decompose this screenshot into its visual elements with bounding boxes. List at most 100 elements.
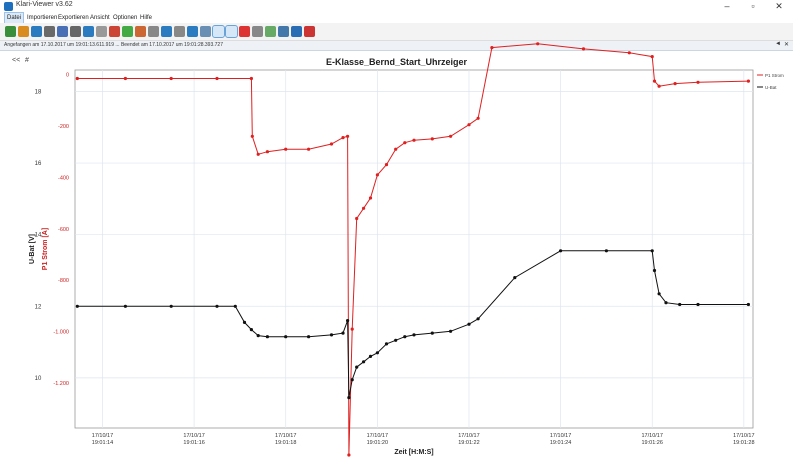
x-tick-date: 17/10/17 bbox=[367, 433, 388, 439]
data-point-p1-strom bbox=[490, 46, 494, 50]
x-tick-date: 17/10/17 bbox=[275, 433, 296, 439]
data-point-p1-strom bbox=[536, 42, 540, 46]
data-point-p1-strom bbox=[169, 76, 173, 81]
y-left-tick-label: 12 bbox=[35, 304, 42, 310]
data-point-u-bat bbox=[449, 329, 453, 333]
data-point-p1-strom bbox=[256, 152, 260, 156]
x-tick-time: 19:01:24 bbox=[550, 440, 571, 446]
data-point-p1-strom bbox=[329, 142, 334, 146]
data-point-u-bat bbox=[362, 360, 366, 364]
data-point-u-bat bbox=[256, 334, 260, 338]
data-point-p1-strom bbox=[403, 141, 407, 145]
y-left-tick-label: 18 bbox=[35, 89, 42, 95]
x-axis-label: Zeit [H:M:S] bbox=[394, 449, 433, 456]
data-point-p1-strom bbox=[412, 138, 416, 142]
x-tick-time: 19:01:16 bbox=[183, 440, 204, 446]
data-point-u-bat bbox=[307, 335, 311, 339]
data-point-p1-strom bbox=[430, 137, 434, 141]
x-tick-date: 17/10/17 bbox=[92, 433, 113, 439]
data-point-p1-strom bbox=[347, 453, 351, 457]
data-point-p1-strom bbox=[362, 206, 366, 210]
data-point-p1-strom bbox=[368, 196, 373, 200]
y-right-tick-label: -800 bbox=[58, 278, 69, 284]
data-point-p1-strom bbox=[449, 134, 453, 138]
y-right-tick-label: 0 bbox=[66, 73, 69, 79]
data-point-p1-strom bbox=[123, 76, 127, 81]
data-point-u-bat bbox=[664, 301, 668, 305]
data-point-u-bat bbox=[467, 322, 471, 326]
x-tick-date: 17/10/17 bbox=[550, 433, 571, 439]
x-tick-time: 19:01:26 bbox=[642, 440, 663, 446]
data-point-u-bat bbox=[384, 342, 389, 346]
y-left-tick-label: 16 bbox=[35, 161, 42, 167]
data-point-u-bat bbox=[604, 249, 609, 253]
legend-label-ubat: U-Bat bbox=[765, 85, 777, 90]
data-point-u-bat bbox=[513, 276, 517, 280]
data-point-p1-strom bbox=[250, 134, 254, 138]
data-point-p1-strom bbox=[249, 76, 253, 81]
data-point-p1-strom bbox=[467, 123, 471, 127]
data-point-u-bat bbox=[696, 302, 700, 307]
y-right-tick-label: -1.200 bbox=[53, 381, 69, 387]
y-axis-label-strom: P1 Strom [A] bbox=[42, 228, 49, 270]
data-point-p1-strom bbox=[746, 79, 751, 83]
legend-label-strom: P1 Strom bbox=[765, 73, 784, 78]
data-point-p1-strom bbox=[307, 147, 311, 151]
data-point-u-bat bbox=[650, 249, 654, 253]
x-tick-time: 19:01:22 bbox=[458, 440, 479, 446]
x-tick-date: 17/10/17 bbox=[733, 433, 754, 439]
data-point-u-bat bbox=[678, 302, 682, 307]
data-point-p1-strom bbox=[350, 327, 354, 331]
data-point-u-bat bbox=[346, 319, 350, 323]
data-point-p1-strom bbox=[476, 116, 480, 120]
data-point-u-bat bbox=[559, 249, 563, 253]
y-axis-label-ubat: U-Bat [V] bbox=[29, 234, 36, 264]
data-point-u-bat bbox=[265, 335, 269, 339]
data-point-p1-strom bbox=[696, 80, 700, 84]
data-point-u-bat bbox=[242, 320, 247, 324]
y-right-tick-label: -600 bbox=[58, 227, 69, 233]
data-point-p1-strom bbox=[341, 136, 345, 140]
data-point-p1-strom bbox=[355, 216, 359, 221]
data-point-p1-strom bbox=[657, 84, 661, 88]
data-point-p1-strom bbox=[346, 134, 350, 138]
data-point-u-bat bbox=[350, 378, 354, 382]
data-point-u-bat bbox=[368, 354, 373, 358]
data-point-p1-strom bbox=[673, 82, 677, 86]
data-point-p1-strom bbox=[581, 47, 586, 51]
x-tick-time: 19:01:20 bbox=[367, 440, 388, 446]
data-point-u-bat bbox=[75, 304, 79, 308]
data-point-u-bat bbox=[233, 304, 237, 308]
x-tick-date: 17/10/17 bbox=[458, 433, 479, 439]
chart-svg[interactable]: 17/10/1719:01:1417/10/1719:01:1617/10/17… bbox=[0, 0, 793, 469]
data-point-u-bat bbox=[746, 302, 751, 307]
data-point-p1-strom bbox=[394, 147, 398, 151]
data-point-u-bat bbox=[412, 333, 416, 337]
data-point-p1-strom bbox=[284, 147, 288, 151]
x-tick-date: 17/10/17 bbox=[183, 433, 204, 439]
data-point-u-bat bbox=[347, 396, 351, 400]
data-point-u-bat bbox=[341, 331, 345, 335]
data-point-u-bat bbox=[329, 333, 334, 337]
data-point-u-bat bbox=[430, 331, 434, 335]
y-left-tick-label: 10 bbox=[35, 376, 42, 382]
data-point-u-bat bbox=[169, 304, 173, 308]
data-point-u-bat bbox=[394, 338, 398, 342]
y-right-tick-label: -200 bbox=[58, 124, 69, 130]
data-point-u-bat bbox=[657, 292, 661, 296]
data-point-u-bat bbox=[375, 351, 379, 355]
y-right-tick-label: -1.000 bbox=[53, 330, 69, 336]
data-point-p1-strom bbox=[652, 79, 657, 83]
data-point-p1-strom bbox=[265, 150, 269, 154]
x-tick-date: 17/10/17 bbox=[642, 433, 663, 439]
data-point-u-bat bbox=[403, 335, 407, 339]
data-point-u-bat bbox=[123, 304, 127, 308]
data-point-p1-strom bbox=[627, 51, 631, 55]
data-point-u-bat bbox=[652, 268, 657, 273]
data-point-p1-strom bbox=[650, 55, 654, 59]
data-point-p1-strom bbox=[375, 173, 379, 177]
data-point-u-bat bbox=[284, 335, 288, 339]
y-right-tick-label: -400 bbox=[58, 175, 69, 181]
plot-frame bbox=[74, 69, 754, 429]
data-point-u-bat bbox=[355, 365, 359, 369]
